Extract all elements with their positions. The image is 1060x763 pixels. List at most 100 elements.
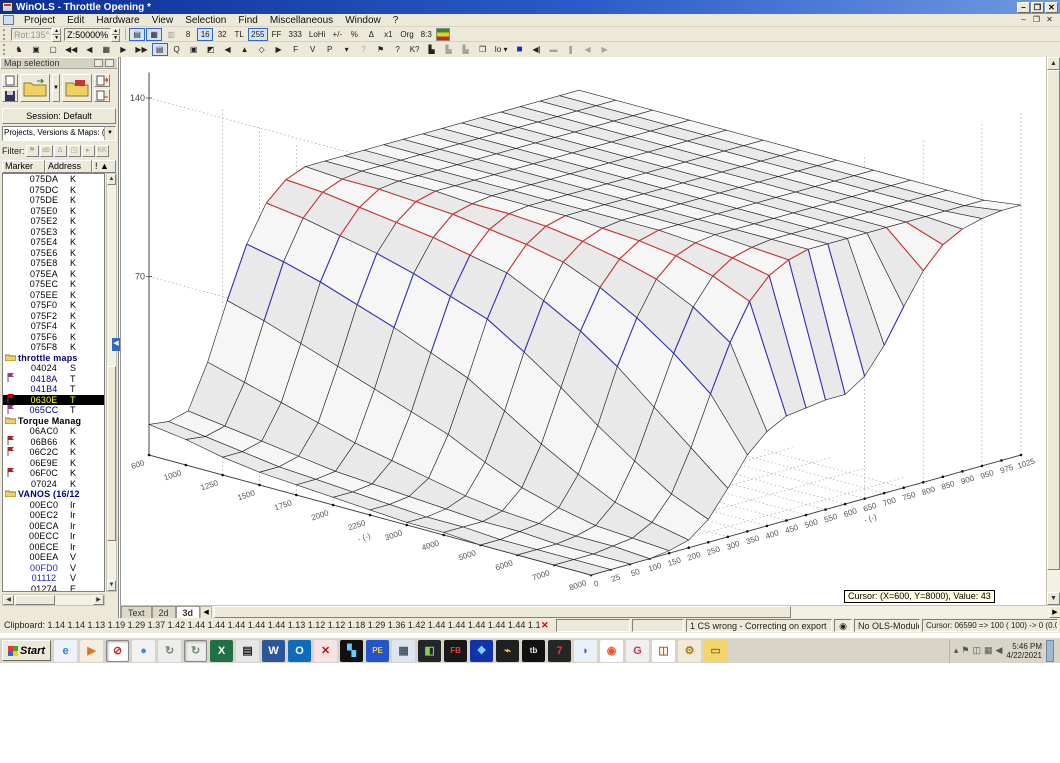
toolbar-grip-2[interactable]	[3, 44, 7, 55]
chart-button[interactable]: ▙	[423, 43, 440, 56]
color-scale-button[interactable]: ≡	[435, 27, 450, 41]
outlook-icon[interactable]: O	[288, 639, 312, 662]
sync-tool-2-icon[interactable]: ↻	[184, 639, 208, 662]
brave-icon[interactable]: ◉	[600, 639, 624, 662]
import-project-button[interactable]	[62, 74, 92, 102]
chevron-down-icon[interactable]: ▼	[104, 127, 115, 140]
map-row[interactable]: 075F6 K	[3, 332, 104, 343]
map-row[interactable]: 075E3 K	[3, 227, 104, 238]
save-project-button[interactable]	[2, 89, 18, 102]
zoom-preset-dropdown[interactable]: Io ▾	[491, 43, 511, 56]
map-row[interactable]: 06AC0 K	[3, 426, 104, 437]
menu-project[interactable]: Project	[18, 15, 61, 26]
map-row[interactable]: 01112 V	[3, 573, 104, 584]
chart-vertical-scrollbar[interactable]: ▲ ▼	[1046, 57, 1060, 605]
tray-icon-2[interactable]: ◫	[972, 645, 981, 656]
scope-selector[interactable]: Projects, Versions & Maps: (Ctrl ▼	[2, 126, 116, 141]
show-desktop-button[interactable]	[1046, 639, 1054, 662]
menu-miscellaneous[interactable]: Miscellaneous	[264, 15, 339, 26]
excel-icon[interactable]: X	[210, 639, 234, 662]
menu-hardware[interactable]: Hardware	[90, 15, 145, 26]
red-x-app-icon[interactable]: ✕	[314, 639, 338, 662]
mdi-close-button[interactable]: ✕	[1043, 15, 1056, 26]
map-row[interactable]: 00FD0 V	[3, 563, 104, 574]
hexdump-button[interactable]: ♞	[11, 43, 27, 56]
byte-order-button[interactable]: LoHi	[305, 27, 329, 41]
sync-tool-icon[interactable]: ↻	[158, 639, 182, 662]
close-button[interactable]: ✕	[1045, 1, 1058, 13]
wrench-icon[interactable]: ⚙	[678, 639, 702, 662]
minimize-button[interactable]: –	[1017, 1, 1030, 13]
column-address[interactable]: Address	[45, 160, 92, 173]
media-player-icon[interactable]: ▶	[80, 639, 104, 662]
version-next-button[interactable]: ▶	[270, 43, 287, 56]
menu-view[interactable]: View	[146, 15, 180, 26]
tray-icon-3[interactable]: ▦	[984, 645, 993, 656]
map-row[interactable]: 075F8 K	[3, 342, 104, 353]
map-overview-button[interactable]: ▦	[98, 43, 115, 56]
scroll-down-icon[interactable]: ▼	[107, 580, 116, 591]
menu-window[interactable]: Window	[339, 15, 387, 26]
copy-map-button[interactable]: ❒	[474, 43, 491, 56]
project-dropdown[interactable]: ▾	[338, 43, 355, 56]
decimal-view-button[interactable]: 255	[248, 27, 268, 41]
sidebar-horizontal-scrollbar[interactable]: ◀ ▶	[2, 594, 105, 606]
chip-fb-icon[interactable]: FB	[444, 639, 468, 662]
menu-edit[interactable]: Edit	[61, 15, 90, 26]
signature-button[interactable]: ⚑	[372, 43, 389, 56]
rotation-spinner[interactable]: Rot:135° ▲ ▼	[11, 27, 62, 42]
percent-button[interactable]: %	[346, 27, 363, 41]
mdi-restore-button[interactable]: ❐	[1030, 15, 1043, 26]
map-row[interactable]: 075DC K	[3, 185, 104, 196]
scroll-down-icon[interactable]: ▼	[1047, 592, 1060, 605]
clipboard-close-icon[interactable]: ✕	[541, 620, 549, 631]
version-button[interactable]: V	[304, 43, 321, 56]
scroll-up-icon[interactable]: ▲	[1047, 57, 1060, 70]
project-button[interactable]: P	[321, 43, 338, 56]
tray-icon-4[interactable]: ◀	[995, 645, 1002, 656]
mdi-child-icon[interactable]	[3, 15, 14, 25]
factor-button[interactable]: x1	[380, 27, 397, 41]
compare-view-button[interactable]: ▥	[163, 27, 180, 41]
flash-tool-icon[interactable]: ⌁	[496, 639, 520, 662]
help-button[interactable]: ?	[389, 43, 406, 56]
mdi-minimize-button[interactable]: –	[1017, 15, 1030, 26]
map-row[interactable]: 00ECC Ir	[3, 531, 104, 542]
scrollbar-thumb-h[interactable]	[15, 595, 56, 605]
map-row[interactable]: 075E6 K	[3, 248, 104, 259]
chart-vscroll-thumb[interactable]	[1047, 70, 1060, 570]
delete-version-button[interactable]	[94, 89, 110, 102]
bits-16-button[interactable]: 16	[197, 27, 214, 41]
scroll-right-icon[interactable]: ▶	[1049, 606, 1060, 618]
panel-close-button[interactable]	[105, 59, 114, 67]
map-tool-icon[interactable]: ◧	[418, 639, 442, 662]
map-row[interactable]: 075EE K	[3, 290, 104, 301]
map-row[interactable]: 0630E T	[3, 394, 104, 405]
filter-marker-button[interactable]: ⚑	[25, 145, 39, 157]
map-row[interactable]: 075EA K	[3, 269, 104, 280]
throttle-surface-chart[interactable]: 6001000125015001750200022503000400050006…	[121, 57, 1046, 605]
menu-find[interactable]: Find	[232, 15, 263, 26]
new-window-button[interactable]: ▣	[28, 43, 44, 56]
map-row[interactable]: 00EC0 Ir	[3, 500, 104, 511]
map-row[interactable]: 06E9E K	[3, 458, 104, 469]
ratio-button[interactable]: 8:3	[417, 27, 435, 41]
menu-selection[interactable]: Selection	[179, 15, 232, 26]
scroll-right-icon[interactable]: ▶	[93, 595, 104, 605]
internet-explorer-icon[interactable]: e	[54, 639, 78, 662]
chart-compare-button[interactable]: ▙	[440, 43, 457, 56]
map-row[interactable]: 075DE K	[3, 195, 104, 206]
map-row[interactable]: 00ECA Ir	[3, 521, 104, 532]
new-project-button[interactable]	[2, 74, 18, 87]
tb-app-icon[interactable]: tb	[522, 639, 546, 662]
difference-button[interactable]: Δ	[363, 27, 380, 41]
chart-hscroll-thumb[interactable]	[214, 606, 792, 618]
checksum-button[interactable]: ◩	[202, 43, 219, 56]
filter-name-button[interactable]: ab	[39, 145, 53, 157]
bits-float-button[interactable]: TL	[231, 27, 248, 41]
window-list-button[interactable]: ▢	[45, 43, 61, 56]
bits-32-button[interactable]: 32	[214, 27, 231, 41]
map-folder-row[interactable]: Torque Manag	[3, 416, 104, 427]
chrome-icon[interactable]: ●	[132, 639, 156, 662]
map-row[interactable]: 041B4 T	[3, 384, 104, 395]
